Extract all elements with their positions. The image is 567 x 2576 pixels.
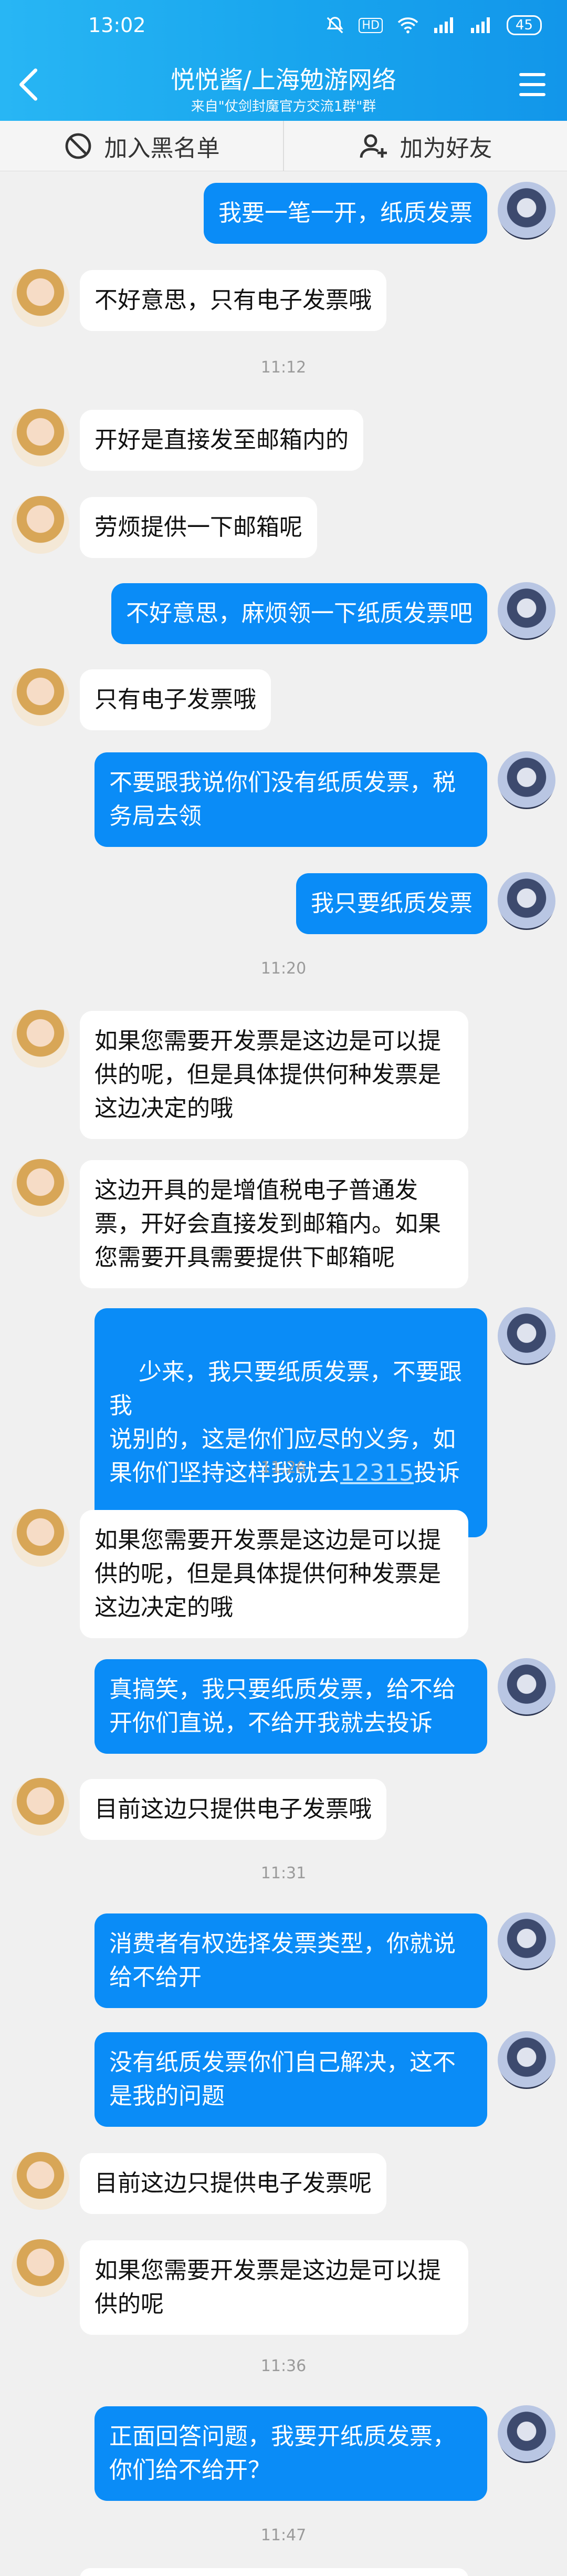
wifi-icon xyxy=(396,16,419,35)
message-out[interactable]: 不好意思，麻烦领一下纸质发票吧 xyxy=(111,583,487,644)
message-in[interactable]: 目前这边只提供电子发票哦 xyxy=(80,1779,386,1840)
timestamp: 11:12 xyxy=(260,358,307,377)
message-out[interactable]: 不要跟我说你们没有纸质发票，税 务局去领 xyxy=(94,752,487,847)
timestamp: 11:31 xyxy=(260,1864,307,1882)
avatar-agent[interactable] xyxy=(12,496,69,554)
message-in-partial xyxy=(80,2568,468,2576)
timestamp: 11:20 xyxy=(260,959,307,978)
mute-icon xyxy=(325,15,345,35)
block-icon xyxy=(65,133,91,159)
message-in[interactable]: 如果您需要开发票是这边是可以提 供的呢 xyxy=(80,2240,468,2335)
message-in[interactable]: 开好是直接发至邮箱内的 xyxy=(80,410,363,471)
avatar-self[interactable] xyxy=(498,1307,555,1365)
timestamp: 11:36 xyxy=(260,2357,307,2375)
avatar-agent[interactable] xyxy=(12,1010,69,1068)
battery-icon: 45 xyxy=(506,15,542,35)
avatar-agent[interactable] xyxy=(12,1509,69,1567)
message-out[interactable]: 我只要纸质发票 xyxy=(296,873,487,934)
add-friend-button[interactable]: 加为好友 xyxy=(283,121,567,171)
avatar-agent[interactable] xyxy=(12,2152,69,2210)
status-icons: HD 45 xyxy=(325,15,542,35)
avatar-agent[interactable] xyxy=(12,668,69,726)
message-in[interactable]: 这边开具的是增值税电子普通发 票，开好会直接发到邮箱内。如果 您需要开具需要提供… xyxy=(80,1160,468,1288)
message-out[interactable]: 我要一笔一开，纸质发票 xyxy=(204,183,487,244)
timestamp: 11:47 xyxy=(260,2526,307,2544)
avatar-self[interactable] xyxy=(498,182,555,240)
message-out[interactable]: 真搞笑，我只要纸质发票，给不给 开你们直说，不给开我就去投诉 xyxy=(94,1659,487,1754)
status-bar: 13:02 HD 45 xyxy=(0,0,567,50)
message-in[interactable]: 只有电子发票哦 xyxy=(80,669,271,730)
avatar-self[interactable] xyxy=(498,1658,555,1716)
message-in[interactable]: 目前这边只提供电子发票呢 xyxy=(80,2153,386,2214)
message-in[interactable]: 如果您需要开发票是这边是可以提 供的呢，但是具体提供何种发票是 这边决定的哦 xyxy=(80,1510,468,1638)
chat-nav: 悦悦酱/上海勉游网络 来自"仗剑封魔官方交流1群"群 xyxy=(0,50,567,121)
signal-icon-2 xyxy=(470,16,493,34)
status-time: 13:02 xyxy=(88,14,146,37)
avatar-self[interactable] xyxy=(498,751,555,809)
menu-icon xyxy=(519,73,545,96)
timestamp: 11:26 xyxy=(260,1458,307,1477)
avatar-self[interactable] xyxy=(498,582,555,640)
message-out[interactable]: 少来，我只要纸质发票，不要跟我 说别的，这是你们应尽的义务，如 果你们坚持这样我… xyxy=(94,1308,487,1537)
menu-button[interactable] xyxy=(518,71,547,98)
action-bar: 加入黑名单 加为好友 xyxy=(0,121,567,171)
avatar-self[interactable] xyxy=(498,2031,555,2089)
message-in[interactable]: 如果您需要开发票是这边是可以提 供的呢，但是具体提供何种发票是 这边决定的哦 xyxy=(80,1011,468,1139)
chat-subtitle: 来自"仗剑封魔官方交流1群"群 xyxy=(191,99,376,115)
message-out[interactable]: 正面回答问题，我要开纸质发票， 你们给不给开？ xyxy=(94,2406,487,2501)
avatar-self[interactable] xyxy=(498,2405,555,2463)
avatar-self[interactable] xyxy=(498,872,555,930)
block-button[interactable]: 加入黑名单 xyxy=(0,121,283,171)
message-out[interactable]: 消费者有权选择发票类型，你就说 给不给开 xyxy=(94,1913,487,2008)
chat-header: 13:02 HD 45 悦悦酱/上海勉游网络 来自"仗剑封魔官方交流1群"群 xyxy=(0,0,567,121)
add-user-icon xyxy=(360,134,387,158)
avatar-agent[interactable] xyxy=(12,409,69,467)
avatar-agent[interactable] xyxy=(12,269,69,327)
avatar-agent[interactable] xyxy=(12,2239,69,2297)
avatar-self[interactable] xyxy=(498,1912,555,1970)
signal-icon xyxy=(433,16,456,34)
avatar-agent[interactable] xyxy=(12,1778,69,1836)
hd-icon: HD xyxy=(359,17,383,33)
message-out[interactable]: 没有纸质发票你们自己解决，这不 是我的问题 xyxy=(94,2032,487,2127)
add-friend-label: 加为好友 xyxy=(400,135,492,162)
chat-title: 悦悦酱/上海勉游网络 xyxy=(171,66,396,94)
message-in[interactable]: 不好意思，只有电子发票哦 xyxy=(80,270,386,331)
avatar-agent[interactable] xyxy=(12,1159,69,1217)
block-label: 加入黑名单 xyxy=(104,135,220,162)
message-in[interactable]: 劳烦提供一下邮箱呢 xyxy=(80,497,317,558)
